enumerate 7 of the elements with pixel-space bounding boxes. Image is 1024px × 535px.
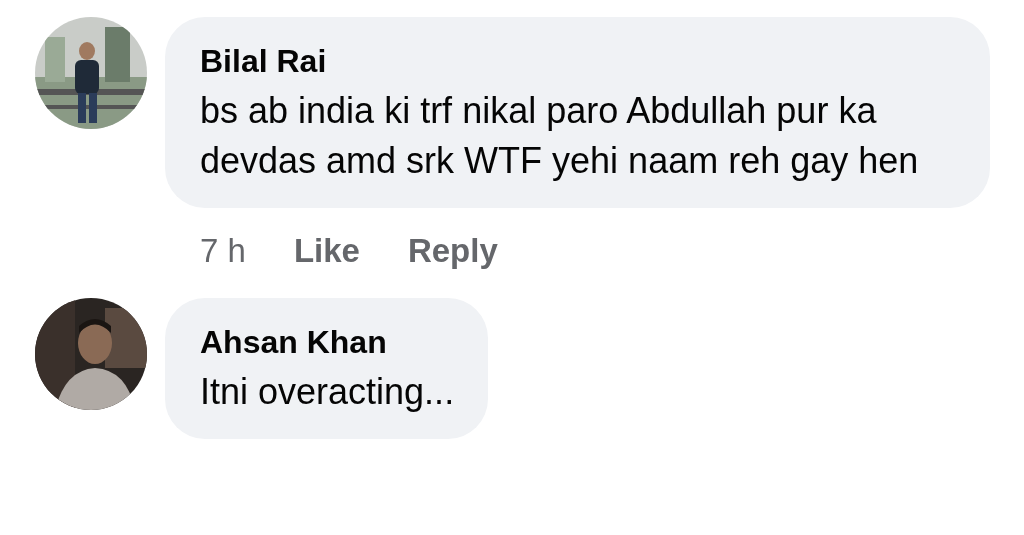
like-link[interactable]: Like xyxy=(293,232,360,270)
author-name[interactable]: Ahsan Khan xyxy=(200,324,455,361)
comment-text: Itni overacting... xyxy=(200,370,455,414)
comment-text: bs ab india ki trf nikal paro Abdullah pur ka devdas amd srk WTF yehi naam reh gay hen xyxy=(200,89,920,183)
timestamp[interactable]: 7 h xyxy=(200,232,246,270)
author-name[interactable]: Bilal Rai xyxy=(200,43,956,80)
reply-link[interactable]: Reply xyxy=(407,232,498,270)
